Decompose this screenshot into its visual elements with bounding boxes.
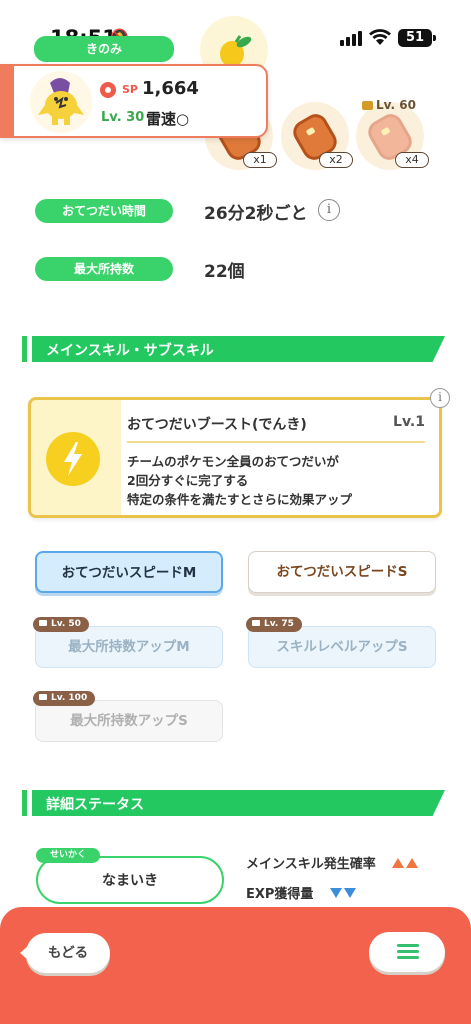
section-title: 詳細ステータス bbox=[46, 797, 144, 813]
max-carry-label: 最大所持数 bbox=[35, 257, 173, 281]
main-skill-level: Lv.1 bbox=[393, 414, 425, 430]
menu-icon bbox=[397, 944, 419, 947]
sub-skill-1[interactable]: おてつだいスピードM bbox=[35, 551, 223, 593]
lightning-bolt-icon bbox=[46, 432, 100, 486]
lock-icon bbox=[39, 694, 47, 700]
lock-level-badge: Lv. 50 bbox=[33, 617, 89, 632]
lock-level: Lv. 75 bbox=[264, 619, 294, 629]
ingredient-multiplier: x4 bbox=[395, 152, 429, 168]
sub-skill-5[interactable]: 最大所持数アップS bbox=[35, 700, 223, 742]
skill-info-button[interactable]: i bbox=[430, 388, 450, 408]
header-bar bbox=[22, 790, 27, 816]
menu-button[interactable] bbox=[369, 932, 445, 972]
skill-icon-area bbox=[31, 400, 121, 515]
lock-level-badge: Lv. 100 bbox=[33, 691, 96, 706]
battery-icon: 51 bbox=[398, 29, 436, 47]
card-accent bbox=[0, 64, 14, 138]
back-button[interactable]: もどる bbox=[20, 933, 110, 973]
effect-label: メインスキル発生確率 bbox=[246, 857, 376, 872]
lock-level-badge: Lv. 75 bbox=[246, 617, 302, 632]
lock-level: Lv. 60 bbox=[376, 98, 416, 112]
menu-icon-line bbox=[397, 950, 419, 953]
ingredient-lock-badge: Lv. 60 bbox=[362, 98, 416, 112]
pokemon-sprite bbox=[30, 71, 92, 133]
lock-icon bbox=[362, 101, 373, 110]
desc-line: 2回分すぐに完了する bbox=[127, 473, 249, 488]
sp-value: 1,664 bbox=[142, 78, 199, 99]
ingredient-multiplier: x2 bbox=[319, 152, 353, 168]
main-skill-description: チームのポケモン全員のおてつだいが 2回分すぐに完了する 特定の条件を満たすとさ… bbox=[127, 452, 352, 509]
lock-icon bbox=[39, 620, 47, 626]
pokemon-level: Lv. 30 bbox=[101, 110, 145, 125]
lock-level: Lv. 100 bbox=[51, 693, 88, 703]
lock-level: Lv. 50 bbox=[51, 619, 81, 629]
nature-tag: せいかく bbox=[36, 848, 100, 863]
lock-icon bbox=[252, 620, 260, 626]
sub-skill-3[interactable]: 最大所持数アップM bbox=[35, 626, 223, 668]
main-skill-name: おてつだいブースト(でんき) bbox=[127, 417, 307, 433]
header-bar bbox=[22, 336, 27, 362]
pokemon-card[interactable]: SP 1,664 Lv. 30 雷速○ bbox=[0, 64, 268, 138]
sub-skill-2[interactable]: おてつだいスピードS bbox=[248, 551, 436, 593]
desc-line: 特定の条件を満たすとさらに効果アップ bbox=[127, 492, 353, 507]
details-section-header: 詳細ステータス bbox=[22, 790, 445, 816]
nature-down-effect: EXP獲得量 bbox=[246, 883, 356, 902]
nature-up-effect: メインスキル発生確率 bbox=[246, 853, 419, 872]
sp-label: SP bbox=[122, 83, 138, 96]
up-arrow-icon bbox=[390, 857, 419, 872]
help-time-label: おてつだい時間 bbox=[35, 199, 173, 223]
ingredient-multiplier: x1 bbox=[243, 152, 277, 168]
section-title: メインスキル・サブスキル bbox=[46, 343, 214, 359]
desc-line: チームのポケモン全員のおてつだいが bbox=[127, 454, 339, 469]
main-skill-card[interactable]: おてつだいブースト(でんき) Lv.1 チームのポケモン全員のおてつだいが 2回… bbox=[28, 397, 442, 518]
max-carry-value: 22個 bbox=[204, 262, 245, 282]
berry-label: きのみ bbox=[34, 36, 174, 62]
sp-ball-icon bbox=[100, 82, 116, 98]
pokemon-name: 雷速○ bbox=[146, 110, 190, 128]
skills-section-header: メインスキル・サブスキル bbox=[22, 336, 445, 362]
help-time-info-button[interactable]: i bbox=[318, 199, 340, 221]
down-arrow-icon bbox=[328, 887, 356, 902]
nature-value: なまいき bbox=[102, 873, 158, 889]
cellular-signal-icon bbox=[340, 30, 362, 46]
menu-icon-line bbox=[397, 956, 419, 959]
effect-label: EXP獲得量 bbox=[246, 887, 314, 902]
help-time-value: 26分2秒ごと bbox=[204, 204, 308, 224]
wifi-icon bbox=[369, 29, 391, 45]
divider bbox=[127, 441, 425, 443]
sub-skill-4[interactable]: スキルレベルアップS bbox=[248, 626, 436, 668]
